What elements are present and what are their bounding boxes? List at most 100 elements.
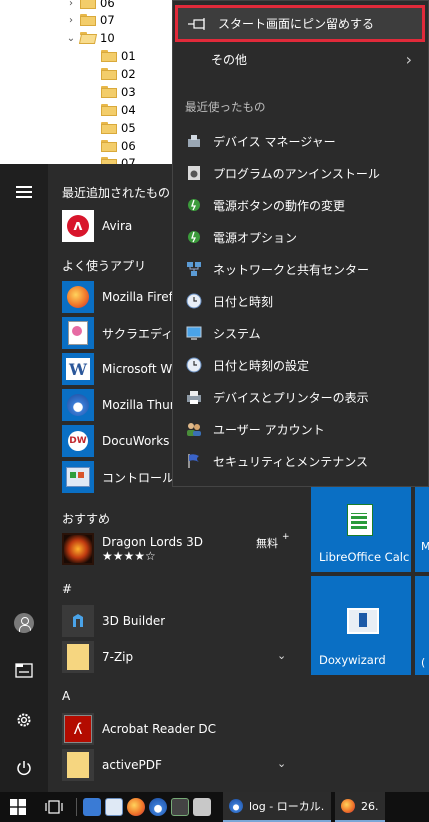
thunderbird-icon [62, 389, 94, 421]
taskbar-pinned-control-panel[interactable] [103, 792, 125, 822]
taskbar-app-firefox[interactable]: 26. [335, 792, 385, 822]
tree-item[interactable]: › 07 [64, 11, 115, 29]
expand-arrow-icon[interactable]: › [64, 15, 78, 26]
recent-item-power-options[interactable]: 電源オプション [173, 221, 428, 253]
settings-button[interactable] [8, 704, 40, 736]
app-acrobat[interactable]: ʎ Acrobat Reader DC [62, 712, 302, 746]
recent-item-date-time[interactable]: 日付と時刻 [173, 285, 428, 317]
context-menu: スタート画面にピン留めする その他 › 最近使ったもの デバイス マネージャー … [172, 0, 429, 487]
calc-icon [347, 504, 373, 536]
expand-arrow-icon[interactable]: › [64, 0, 78, 9]
app-label: activePDF [102, 758, 162, 772]
app-activepdf-folder[interactable]: activePDF [62, 748, 302, 782]
suggested-header: おすすめ [62, 512, 111, 526]
tree-item[interactable]: 06 [85, 137, 136, 155]
folder-icon [62, 749, 94, 781]
power-options-icon [185, 196, 203, 214]
tree-item[interactable]: 02 [85, 65, 136, 83]
folder-icon [101, 104, 117, 116]
clock-icon [185, 356, 203, 374]
word-icon: W [62, 353, 94, 385]
collapse-arrow-icon[interactable]: ⌄ [64, 33, 78, 44]
user-account-button[interactable] [8, 607, 40, 639]
taskbar-pinned-firefox[interactable] [125, 792, 147, 822]
price-plus: + [282, 532, 290, 542]
tile-libreoffice-calc[interactable]: LibreOffice Calc [311, 484, 411, 572]
taskbar-app-label: 26. [361, 799, 379, 813]
start-button[interactable] [0, 792, 36, 822]
recent-item-security-maintenance[interactable]: セキュリティとメンテナンス [173, 445, 428, 477]
folder-icon [80, 0, 96, 9]
recent-item-devices-printers[interactable]: デバイスとプリンターの表示 [173, 381, 428, 413]
price-label: 無料 [256, 537, 278, 550]
open-folder-icon [80, 32, 96, 44]
app-label: Mozilla Firefox [102, 290, 174, 304]
folder-icon [101, 140, 117, 152]
recent-item-date-time-settings[interactable]: 日付と時刻の設定 [173, 349, 428, 381]
app-icon [171, 798, 189, 816]
task-view-button[interactable] [36, 792, 72, 822]
tree-item[interactable]: 04 [85, 101, 136, 119]
control-panel-icon [105, 798, 123, 816]
acrobat-icon: ʎ [62, 713, 94, 745]
app-7zip-folder[interactable]: 7-Zip [62, 640, 302, 674]
pin-to-start-item[interactable]: スタート画面にピン留めする [175, 5, 425, 42]
tree-item-label: 03 [121, 85, 136, 99]
recent-item-label: プログラムのアンインストール [213, 166, 380, 181]
recent-item-user-accounts[interactable]: ユーザー アカウント [173, 413, 428, 445]
tree-item-label: 06 [121, 139, 136, 153]
folder-icon [101, 122, 117, 134]
more-item[interactable]: その他 › [173, 43, 428, 75]
firefox-icon [127, 798, 145, 816]
app-3d-builder[interactable]: 3D Builder [62, 604, 302, 638]
file-explorer-button[interactable] [8, 654, 40, 686]
recent-item-power-button-behavior[interactable]: 電源ボタンの動作の変更 [173, 189, 428, 221]
tile-doxywizard[interactable]: Doxywizard [311, 576, 411, 675]
recently-added-header: 最近追加されたもの [62, 186, 171, 200]
recent-item-device-manager[interactable]: デバイス マネージャー [173, 125, 428, 157]
most-used-header: よく使うアプリ [62, 259, 147, 273]
power-button[interactable] [8, 752, 40, 784]
taskbar-app-log[interactable]: log - ローカル... [223, 792, 331, 822]
tree-item[interactable]: 03 [85, 83, 136, 101]
taskbar-pinned-tool[interactable] [191, 792, 213, 822]
sakura-icon [62, 317, 94, 349]
recent-item-label: 電源ボタンの動作の変更 [213, 198, 346, 213]
recent-item-label: ネットワークと共有センター [213, 262, 370, 277]
recent-item-network[interactable]: ネットワークと共有センター [173, 253, 428, 285]
recent-item-system[interactable]: システム [173, 317, 428, 349]
tree-item[interactable]: 01 [85, 47, 136, 65]
chevron-down-icon[interactable]: ⌄ [277, 757, 286, 770]
tree-item-label: 07 [100, 13, 115, 27]
tool-icon [193, 798, 211, 816]
expand-menu-button[interactable] [8, 176, 40, 208]
taskbar-pinned-explorer[interactable] [81, 792, 103, 822]
tree-item[interactable]: 05 [85, 119, 136, 137]
app-label: 3D Builder [102, 614, 166, 628]
recent-item-label: ユーザー アカウント [213, 422, 325, 437]
recent-item-label: デバイスとプリンターの表示 [213, 390, 369, 405]
app-label: Microsoft Word [102, 362, 174, 376]
file-explorer-icon [15, 663, 33, 678]
recent-item-uninstall[interactable]: プログラムのアンインストール [173, 157, 428, 189]
tile-partial-bottom[interactable]: ( [415, 576, 429, 675]
hash-header[interactable]: # [62, 582, 72, 596]
recent-item-label: 電源オプション [213, 230, 298, 245]
power-icon [17, 761, 31, 776]
pin-label: スタート画面にピン留めする [218, 17, 375, 31]
taskbar-pinned-app[interactable] [169, 792, 191, 822]
task-view-icon [45, 800, 63, 814]
a-header[interactable]: A [62, 689, 70, 703]
tree-item[interactable]: ⌄ 10 [64, 29, 115, 47]
more-label: その他 [211, 52, 248, 67]
folder-icon [101, 86, 117, 98]
app-label: 7-Zip [102, 650, 134, 664]
taskbar-app-label: log - ローカル... [249, 800, 325, 813]
taskbar-pinned-thunderbird[interactable] [147, 792, 169, 822]
device-manager-icon [185, 132, 203, 150]
recent-item-label: 日付と時刻の設定 [213, 358, 310, 373]
rating-stars: ★★★★☆ [102, 549, 156, 563]
folder-icon [80, 14, 96, 26]
chevron-down-icon[interactable]: ⌄ [277, 649, 286, 662]
tile-partial-top[interactable]: M [415, 484, 429, 572]
